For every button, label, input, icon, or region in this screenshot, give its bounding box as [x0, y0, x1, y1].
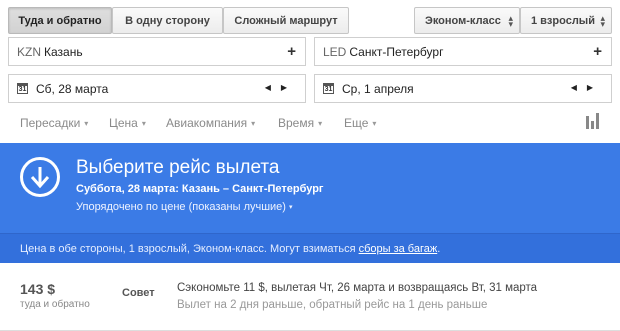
filter-stops[interactable]: Пересадки ▾: [20, 116, 88, 130]
filter-airline[interactable]: Авиакомпания ▾: [166, 116, 255, 130]
price-graph-icon[interactable]: [586, 113, 600, 129]
date-prev-next-arrows-icon[interactable]: ◀▶: [571, 83, 603, 92]
tab-round-trip[interactable]: Туда и обратно: [8, 7, 112, 34]
price-info-bar: Цена в обе стороны, 1 взрослый, Эконом-к…: [0, 233, 620, 263]
tab-multi-city[interactable]: Сложный маршрут: [223, 7, 349, 34]
caret-down-icon: ▾: [84, 119, 89, 128]
cabin-class-value: Эконом-класс: [425, 14, 501, 27]
price-value: 143 $: [20, 281, 56, 297]
filter-bar: Пересадки ▾ Цена ▾ Авиакомпания ▾ Время ▾ Ещ…: [0, 110, 620, 136]
select-arrows-icon: ▴ ▾: [508, 13, 513, 29]
depart-date-field[interactable]: 31 Сб, 28 марта ◀▶: [8, 74, 306, 103]
passengers-select[interactable]: 1 взрослый ▴ ▾: [520, 7, 612, 34]
price-info-text: Цена в обе стороны, 1 взрослый, Эконом-к…: [20, 243, 441, 255]
filter-time[interactable]: Время ▾: [278, 116, 322, 130]
caret-down-icon: ▾: [288, 204, 293, 211]
price-note: туда и обратно: [20, 299, 90, 310]
origin-field[interactable]: KZN Казань +: [8, 37, 306, 66]
destination-code: LED: [323, 44, 347, 59]
add-origin-icon[interactable]: +: [287, 43, 296, 60]
caret-down-icon: ▾: [372, 119, 377, 128]
tip-line-2: Вылет на 2 дня раньше, обратный рейс на …: [177, 299, 488, 311]
banner-subtitle: Суббота, 28 марта: Казань – Санкт-Петерб…: [76, 183, 324, 195]
baggage-fees-link[interactable]: сборы за багаж: [359, 243, 438, 255]
depart-date-value: Сб, 28 марта: [36, 81, 109, 96]
tip-label: Совет: [122, 287, 155, 299]
add-destination-icon[interactable]: +: [593, 43, 602, 60]
arrow-down-circle-icon: [20, 157, 60, 197]
caret-down-icon: ▾: [141, 119, 146, 128]
cabin-class-select[interactable]: Эконом-класс ▴ ▾: [414, 7, 520, 34]
calendar-icon: 31: [17, 83, 28, 94]
banner-title: Выберите рейс вылета: [76, 157, 280, 178]
filter-price[interactable]: Цена ▾: [109, 116, 146, 130]
passengers-value: 1 взрослый: [531, 14, 595, 27]
tab-one-way[interactable]: В одну сторону: [112, 7, 223, 34]
date-prev-next-arrows-icon[interactable]: ◀▶: [265, 83, 297, 92]
destination-city: Санкт-Петербург: [349, 44, 444, 59]
flight-result-row[interactable]: 143 $ туда и обратно Совет Сэкономьте 11…: [0, 263, 620, 331]
tip-line-1: Сэкономьте 11 $, вылетая Чт, 26 марта и …: [177, 282, 538, 294]
filter-more[interactable]: Еще ▾: [344, 116, 376, 130]
destination-field[interactable]: LED Санкт-Петербург +: [314, 37, 612, 66]
select-arrows-icon: ▴ ▾: [600, 13, 605, 29]
origin-code: KZN: [17, 44, 41, 59]
return-date-field[interactable]: 31 Ср, 1 апреля ◀▶: [314, 74, 612, 103]
sort-dropdown[interactable]: Упорядочено по цене (показаны лучшие) ▾: [76, 201, 292, 213]
caret-down-icon: ▾: [318, 119, 323, 128]
origin-city: Казань: [44, 44, 83, 59]
return-date-value: Ср, 1 апреля: [342, 81, 414, 96]
select-flight-banner: Выберите рейс вылета Суббота, 28 марта: …: [0, 143, 620, 233]
calendar-icon: 31: [323, 83, 334, 94]
caret-down-icon: ▾: [251, 119, 256, 128]
